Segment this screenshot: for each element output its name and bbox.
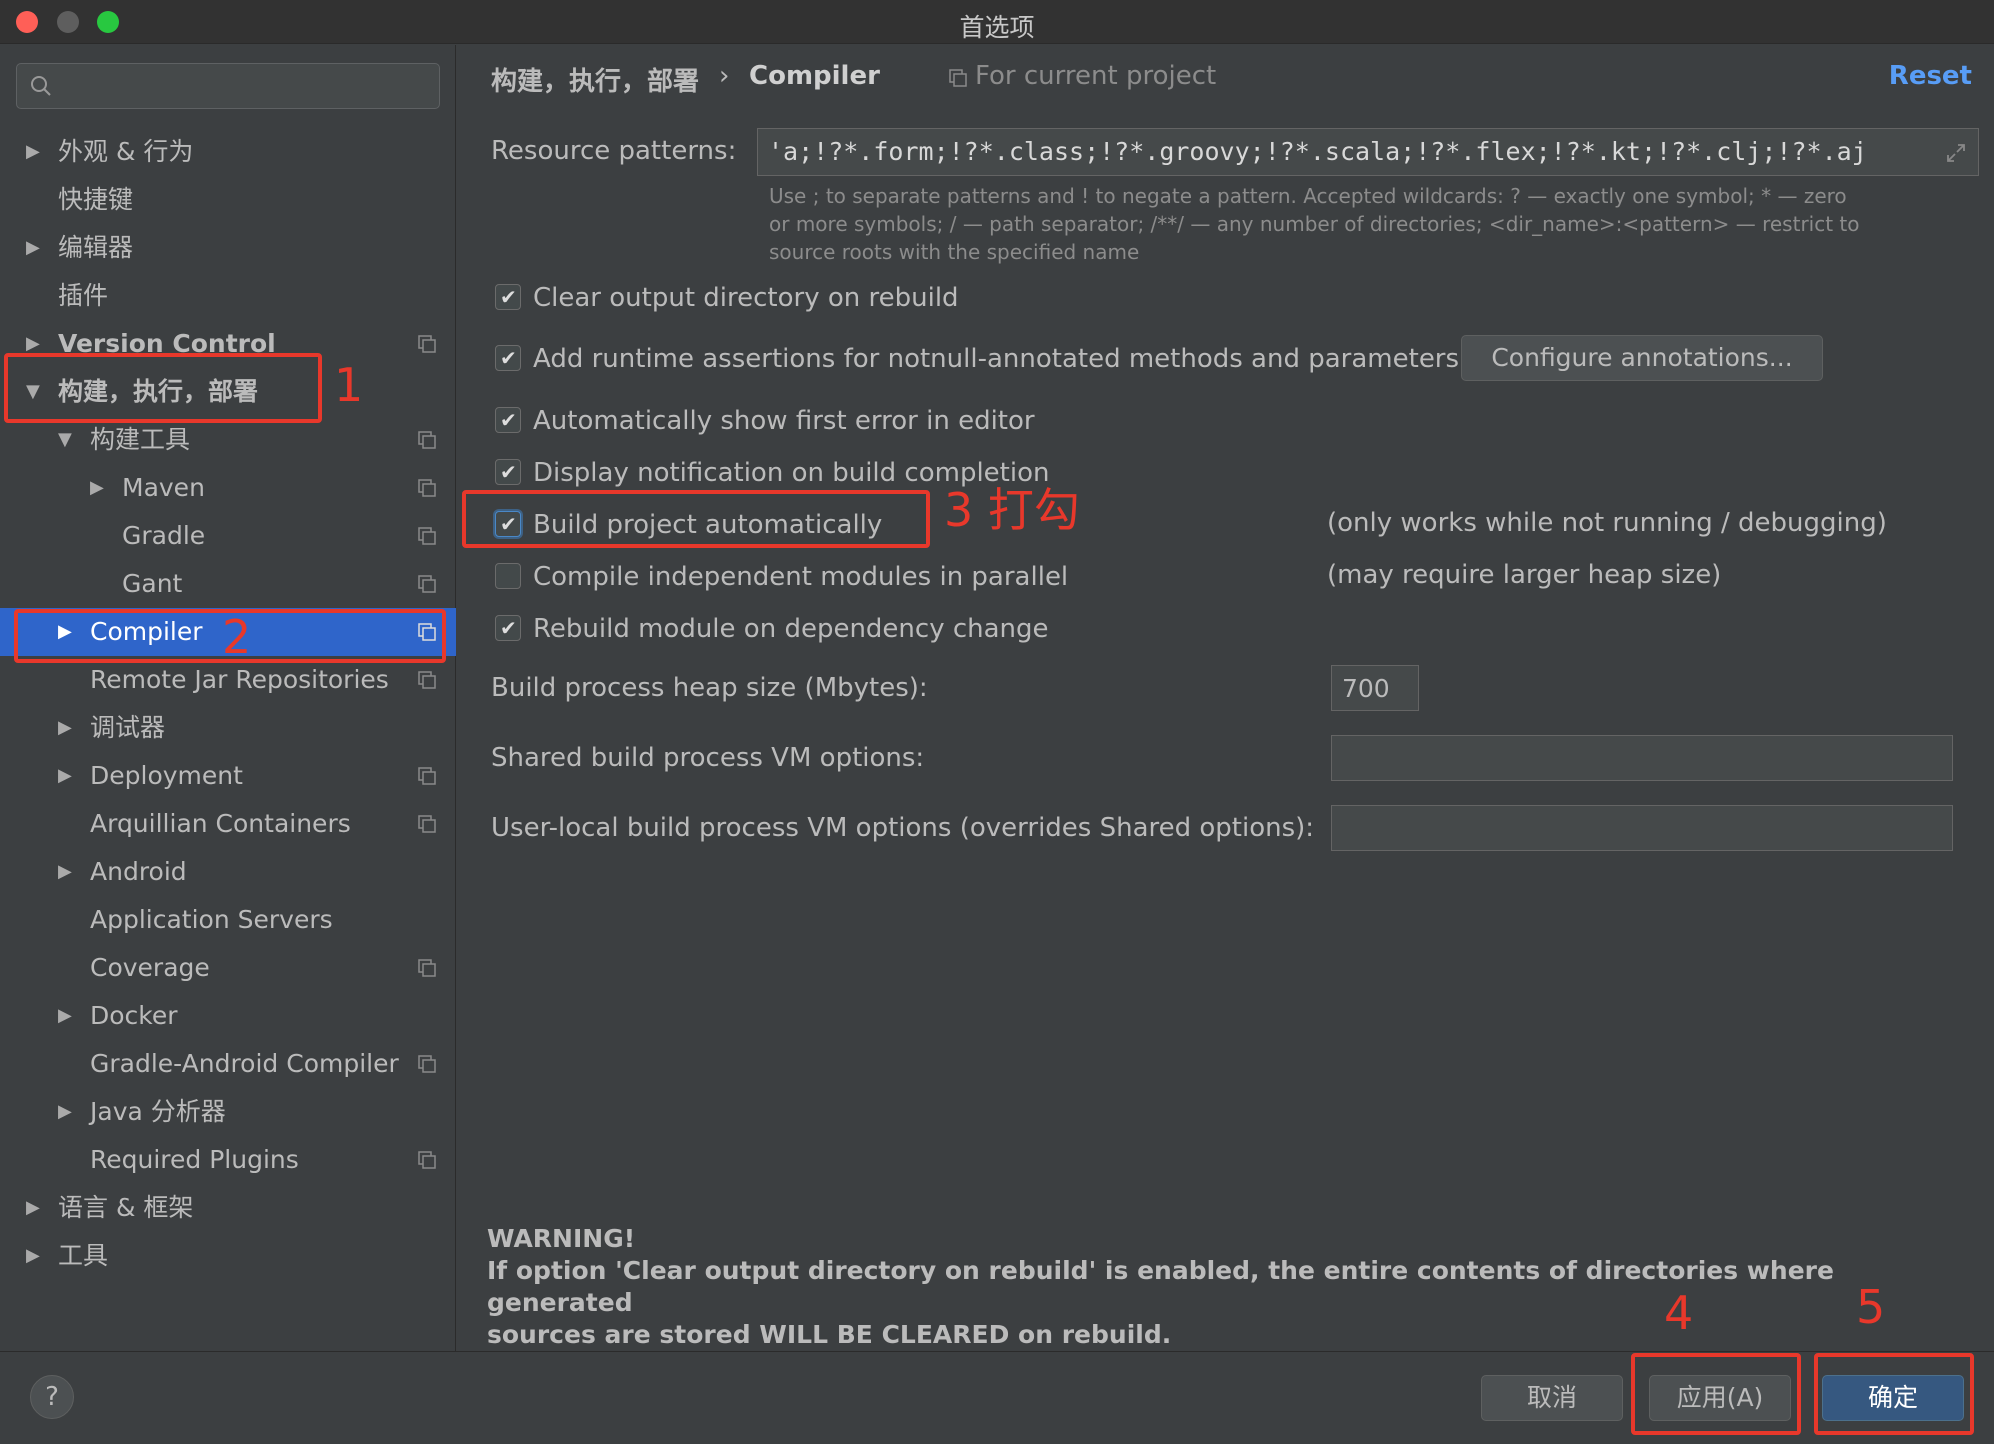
annotation-number-2: 2 [222, 610, 252, 664]
user-vm-options-input[interactable] [1331, 805, 1953, 851]
checkmark-icon: ✔ [500, 408, 517, 432]
compiler-settings-panel: 构建，执行，部署 › Compiler For current project … [457, 45, 1994, 1351]
sidebar-item-appearance[interactable]: ▶ 外观 & 行为 [0, 128, 456, 176]
show-first-error-checkbox-row[interactable]: ✔ Automatically show first error in edit… [495, 401, 1055, 441]
sidebar-item-plugins[interactable]: 插件 [0, 272, 456, 320]
heap-size-label: Build process heap size (Mbytes): [491, 673, 928, 703]
clear-output-checkbox-row[interactable]: ✔ Clear output directory on rebuild [495, 278, 995, 318]
annotation-box-build-automatically [462, 490, 930, 548]
checkmark-icon: ✔ [500, 346, 517, 370]
window-title: 首选项 [959, 13, 1035, 42]
shared-vm-options-label: Shared build process VM options: [491, 743, 925, 773]
parallel-compile-checkbox-row[interactable]: Compile independent modules in parallel [495, 557, 1075, 597]
chevron-right-icon: ▶ [58, 1101, 72, 1122]
sidebar-item-editor[interactable]: ▶ 编辑器 [0, 224, 456, 272]
show-first-error-checkbox[interactable]: ✔ [495, 407, 521, 433]
resource-patterns-value: 'a;!?*.form;!?*.class;!?*.groovy;!?*.sca… [768, 137, 1867, 166]
rebuild-dependency-checkbox[interactable]: ✔ [495, 615, 521, 641]
chevron-right-icon: ▶ [26, 237, 40, 258]
chevron-right-icon: ▶ [26, 141, 40, 162]
sidebar-item-build-tools[interactable]: ▼ 构建工具 [0, 416, 456, 464]
project-scope-icon [418, 1151, 436, 1169]
chevron-right-icon: ▶ [58, 765, 72, 786]
expand-icon[interactable] [1944, 141, 1968, 165]
settings-sidebar: ▶ 外观 & 行为 快捷键 ▶ 编辑器 插件 ▶ Version Control… [0, 45, 456, 1351]
sidebar-item-languages-frameworks[interactable]: ▶ 语言 & 框架 [0, 1184, 456, 1232]
sidebar-item-gradle[interactable]: Gradle [0, 512, 456, 560]
title-bar: 首选项 [0, 0, 1994, 44]
resource-patterns-hint: Use ; to separate patterns and ! to nega… [769, 184, 1860, 264]
chevron-right-icon: ▶ [58, 1005, 72, 1026]
annotation-box-ok [1814, 1353, 1974, 1435]
project-scope-icon [949, 69, 967, 87]
annotation-number-1: 1 [334, 358, 364, 412]
sidebar-item-tools[interactable]: ▶ 工具 [0, 1232, 456, 1280]
project-scope-icon [418, 959, 436, 977]
scope-note: For current project [975, 61, 1217, 91]
chevron-right-icon: ▶ [58, 861, 72, 882]
configure-annotations-button[interactable]: Configure annotations... [1461, 335, 1823, 381]
chevron-right-icon: ▶ [90, 477, 104, 498]
annotation-box-build-execution [4, 353, 322, 423]
chevron-right-icon: ▶ [58, 717, 72, 738]
project-scope-icon [418, 527, 436, 545]
project-scope-icon [418, 431, 436, 449]
rebuild-dependency-checkbox-row[interactable]: ✔ Rebuild module on dependency change [495, 609, 1055, 649]
project-scope-icon [418, 1055, 436, 1073]
sidebar-item-gant[interactable]: Gant [0, 560, 456, 608]
chevron-down-icon: ▼ [58, 429, 72, 450]
project-scope-icon [418, 335, 436, 353]
checkmark-icon: ✔ [500, 616, 517, 640]
build-automatically-note: (only works while not running / debuggin… [1327, 508, 1887, 538]
annotation-box-apply [1631, 1353, 1801, 1435]
breadcrumb-separator: › [719, 61, 730, 91]
annotation-number-4: 4 [1664, 1286, 1694, 1340]
parallel-compile-note: (may require larger heap size) [1327, 560, 1722, 590]
search-icon [31, 76, 51, 96]
reset-link[interactable]: Reset [1889, 61, 1972, 91]
heap-size-input[interactable]: 700 [1331, 665, 1419, 711]
project-scope-icon [418, 479, 436, 497]
sidebar-item-coverage[interactable]: Coverage [0, 944, 456, 992]
help-button[interactable]: ? [30, 1375, 74, 1419]
sidebar-item-keymap[interactable]: 快捷键 [0, 176, 456, 224]
shared-vm-options-input[interactable] [1331, 735, 1953, 781]
chevron-right-icon: ▶ [26, 1245, 40, 1266]
chevron-right-icon: ▶ [26, 1197, 40, 1218]
sidebar-item-arquillian-containers[interactable]: Arquillian Containers [0, 800, 456, 848]
user-vm-options-label: User-local build process VM options (ove… [491, 813, 1315, 843]
resource-patterns-input[interactable]: 'a;!?*.form;!?*.class;!?*.groovy;!?*.sca… [757, 128, 1979, 176]
build-notification-checkbox[interactable]: ✔ [495, 459, 521, 485]
sidebar-item-android[interactable]: ▶ Android [0, 848, 456, 896]
project-scope-icon [418, 575, 436, 593]
project-scope-icon [418, 767, 436, 785]
sidebar-item-deployment[interactable]: ▶ Deployment [0, 752, 456, 800]
breadcrumb-current: Compiler [749, 61, 880, 91]
parallel-compile-checkbox[interactable] [495, 563, 521, 589]
checkmark-icon: ✔ [500, 460, 517, 484]
breadcrumb-parent[interactable]: 构建，执行，部署 [491, 61, 699, 98]
sidebar-item-application-servers[interactable]: Application Servers [0, 896, 456, 944]
runtime-assertions-checkbox-row[interactable]: ✔ Add runtime assertions for notnull-ann… [495, 339, 1459, 379]
project-scope-icon [418, 815, 436, 833]
clear-output-checkbox[interactable]: ✔ [495, 284, 521, 310]
rebuild-warning: WARNING! If option 'Clear output directo… [487, 1224, 1834, 1349]
cancel-button[interactable]: 取消 [1481, 1375, 1623, 1421]
search-input[interactable] [16, 63, 440, 109]
project-scope-icon [418, 671, 436, 689]
annotation-number-3: 3 打勾 [944, 483, 1080, 537]
sidebar-item-gradle-android-compiler[interactable]: Gradle-Android Compiler [0, 1040, 456, 1088]
sidebar-item-required-plugins[interactable]: Required Plugins [0, 1136, 456, 1184]
sidebar-item-maven[interactable]: ▶ Maven [0, 464, 456, 512]
resource-patterns-label: Resource patterns: [491, 136, 737, 166]
annotation-number-5: 5 [1856, 1280, 1886, 1334]
sidebar-item-java-profiler[interactable]: ▶ Java 分析器 [0, 1088, 456, 1136]
sidebar-item-docker[interactable]: ▶ Docker [0, 992, 456, 1040]
runtime-assertions-checkbox[interactable]: ✔ [495, 345, 521, 371]
checkmark-icon: ✔ [500, 285, 517, 309]
sidebar-item-debugger[interactable]: ▶ 调试器 [0, 704, 456, 752]
